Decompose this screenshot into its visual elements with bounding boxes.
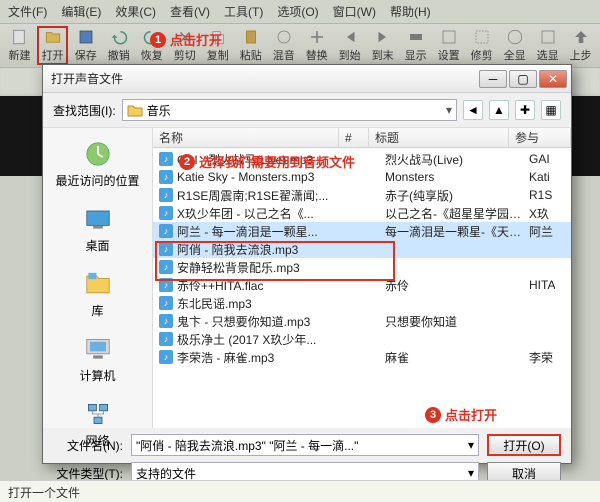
audio-file-icon: ♪ xyxy=(159,350,173,364)
look-in-label: 查找范围(I): xyxy=(53,102,116,119)
file-row[interactable]: ♪ X玖少年团 - 以己之名《... 以己之名-《超星星学园》网...X玖 xyxy=(153,204,571,222)
place-computer[interactable]: 计算机 xyxy=(43,329,152,388)
col-title[interactable]: 标题 xyxy=(369,128,509,147)
column-headers: 名称 # 标题 参与 xyxy=(153,128,571,148)
up-folder-button[interactable]: ▲ xyxy=(489,100,509,120)
status-bar: 打开一个文件 xyxy=(0,480,600,502)
file-artist: 李荣 xyxy=(529,349,553,366)
file-type-label: 文件类型(T): xyxy=(53,465,123,482)
file-name: 安静轻松背景配乐.mp3 xyxy=(177,259,347,276)
file-name-field[interactable]: "阿俏 - 陪我去流浪.mp3" "阿兰 - 每一滴..."▾ xyxy=(131,434,479,456)
nav-icons: ◄ ▲ ✚ ▦ xyxy=(463,100,561,120)
file-artist: 阿兰 xyxy=(529,223,553,240)
file-name: 李荣浩 - 麻雀.mp3 xyxy=(177,349,347,366)
audio-file-icon: ♪ xyxy=(159,188,173,202)
file-row[interactable]: ♪ 东北民谣.mp3 xyxy=(153,294,571,312)
file-row[interactable]: ♪ 极乐净土 (2017 X玖少年... xyxy=(153,330,571,348)
col-num[interactable]: # xyxy=(339,128,369,147)
views-button[interactable]: ▦ xyxy=(541,100,561,120)
file-name: Katie Sky - Monsters.mp3 xyxy=(177,170,347,184)
open-confirm-button[interactable]: 打开(O) xyxy=(487,434,561,456)
callout-2: 2选择我们需要用到音频文件 xyxy=(179,152,355,171)
file-artist: Kati xyxy=(529,170,550,184)
file-title: 赤子(纯享版) xyxy=(385,187,525,204)
file-title: 麻雀 xyxy=(385,349,525,366)
audio-file-icon: ♪ xyxy=(159,332,173,346)
look-in-value: 音乐 xyxy=(147,102,171,119)
file-row[interactable]: ♪ 李荣浩 - 麻雀.mp3 麻雀李荣 xyxy=(153,348,571,366)
file-name: 阿兰 - 每一滴泪是一颗星... xyxy=(177,223,347,240)
file-list: 名称 # 标题 参与 2选择我们需要用到音频文件 ♪GAI - 烈火战马(Liv… xyxy=(153,128,571,428)
file-name: 阿俏 - 陪我去流浪.mp3 xyxy=(177,241,347,258)
chevron-down-icon: ▾ xyxy=(446,103,452,117)
dialog-title: 打开声音文件 xyxy=(47,70,477,87)
places-bar: 最近访问的位置 桌面 库 计算机 网络 xyxy=(43,128,153,428)
dialog-titlebar: 打开声音文件 ─ ▢ ✕ xyxy=(43,65,571,93)
callout-1: 1点击打开 xyxy=(150,30,222,49)
file-title: 以己之名-《超星星学园》网... xyxy=(385,205,525,222)
file-artist: X玖 xyxy=(529,205,549,222)
audio-file-icon: ♪ xyxy=(159,296,173,310)
place-desktop[interactable]: 桌面 xyxy=(43,199,152,258)
file-name: 赤伶++HITA.flac xyxy=(177,277,347,294)
new-folder-button[interactable]: ✚ xyxy=(515,100,535,120)
col-artist[interactable]: 参与 xyxy=(509,128,571,147)
look-in-row: 查找范围(I): 音乐 ▾ ◄ ▲ ✚ ▦ xyxy=(43,93,571,128)
audio-file-icon: ♪ xyxy=(159,242,173,256)
audio-file-icon: ♪ xyxy=(159,278,173,292)
audio-file-icon: ♪ xyxy=(159,206,173,220)
place-libs[interactable]: 库 xyxy=(43,264,152,323)
file-name: 东北民谣.mp3 xyxy=(177,295,347,312)
file-title: 赤伶 xyxy=(385,277,525,294)
audio-file-icon: ♪ xyxy=(159,152,173,166)
file-row[interactable]: ♪ 阿兰 - 每一滴泪是一颗星... 每一滴泪是一颗星-《天醒之...阿兰 xyxy=(153,222,571,240)
file-title: Monsters xyxy=(385,170,525,184)
file-artist: GAI xyxy=(529,152,550,166)
file-name: X玖少年团 - 以己之名《... xyxy=(177,205,347,222)
audio-file-icon: ♪ xyxy=(159,260,173,274)
folder-icon xyxy=(127,102,143,118)
file-row[interactable]: ♪ 赤伶++HITA.flac 赤伶 HITA xyxy=(153,276,571,294)
file-artist: R1S xyxy=(529,188,552,202)
file-title: 只想要你知道 xyxy=(385,313,525,330)
file-artist: HITA xyxy=(529,278,555,292)
back-button[interactable]: ◄ xyxy=(463,100,483,120)
minimize-button[interactable]: ─ xyxy=(479,70,507,88)
col-name[interactable]: 名称 xyxy=(153,128,339,147)
file-name: 鬼卞 - 只想要你知道.mp3 xyxy=(177,313,347,330)
file-title: 烈火战马(Live) xyxy=(385,151,525,168)
file-title: 每一滴泪是一颗星-《天醒之... xyxy=(385,223,525,240)
close-button[interactable]: ✕ xyxy=(539,70,567,88)
file-name-label: 文件名(N): xyxy=(53,437,123,454)
file-row[interactable]: ♪ 鬼卞 - 只想要你知道.mp3 只想要你知道 xyxy=(153,312,571,330)
file-name: 极乐净土 (2017 X玖少年... xyxy=(177,331,347,348)
open-file-dialog: 打开声音文件 ─ ▢ ✕ 查找范围(I): 音乐 ▾ ◄ ▲ ✚ ▦ 最近访问的… xyxy=(42,64,572,464)
maximize-button[interactable]: ▢ xyxy=(509,70,537,88)
file-name: R1SE周震南;R1SE翟潇闻;... xyxy=(177,187,347,204)
file-row[interactable]: ♪ R1SE周震南;R1SE翟潇闻;... 赤子(纯享版) R1S xyxy=(153,186,571,204)
place-recent[interactable]: 最近访问的位置 xyxy=(43,134,152,193)
file-row[interactable]: ♪ 安静轻松背景配乐.mp3 xyxy=(153,258,571,276)
callout-3: 3点击打开 xyxy=(425,405,497,424)
audio-file-icon: ♪ xyxy=(159,170,173,184)
audio-file-icon: ♪ xyxy=(159,314,173,328)
file-row[interactable]: ♪ 阿俏 - 陪我去流浪.mp3 xyxy=(153,240,571,258)
audio-file-icon: ♪ xyxy=(159,224,173,238)
look-in-combo[interactable]: 音乐 ▾ xyxy=(122,99,457,121)
